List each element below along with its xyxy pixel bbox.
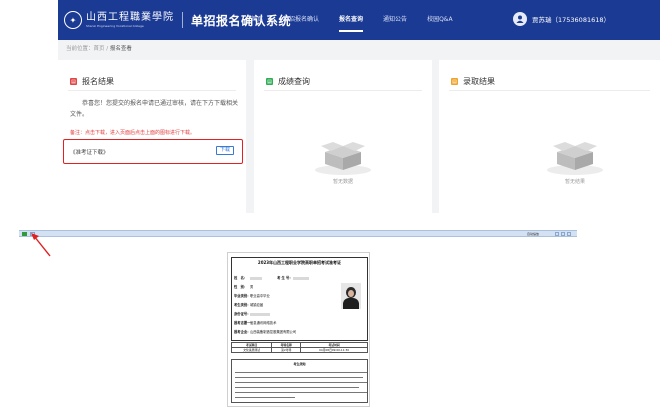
school-name: 山西工程職業學院 xyxy=(86,11,174,23)
registration-result-card: ▤ 报名结果 恭喜您！您提交的报名申请已通过审核，请在下方下载相关文件。 备注：… xyxy=(58,60,246,213)
empty-state: 暂无结果 xyxy=(545,130,605,185)
save-icon[interactable] xyxy=(561,232,565,236)
card-divider xyxy=(449,90,650,91)
table-cell: 文化素质测试 xyxy=(230,347,273,353)
admission-icon: ▤ xyxy=(451,78,458,85)
candidate-photo xyxy=(341,283,361,309)
empty-label: 暂无数据 xyxy=(332,179,353,185)
user-name: 贾苏瑞（17536081618） xyxy=(532,16,610,24)
school-seal-icon: ✦ xyxy=(64,11,82,29)
website-window: ✦ 山西工程職業學院 Shanxi Engineering Vocational… xyxy=(58,0,660,213)
field-gender: 性 别：男 xyxy=(234,285,254,289)
school-name-en: Shanxi Engineering Vocational College xyxy=(86,23,144,28)
rules-text-line xyxy=(235,387,359,389)
print-icon[interactable] xyxy=(555,232,559,236)
download-button[interactable]: 下载 xyxy=(216,146,234,155)
main-nav: 首页 单招报名确认 报名查询 通知公告 校园Q&A xyxy=(251,0,473,40)
redacted-value xyxy=(250,312,270,316)
admission-ticket-page: 2023年山西工程职业学院高职单招考试准考证 姓 名： 考 生 号： 性 别：男… xyxy=(227,252,370,407)
result-icon: ▤ xyxy=(70,78,77,85)
breadcrumb-current: 报名查看 xyxy=(109,46,132,52)
card-title: 录取结果 xyxy=(463,77,495,86)
result-message: 恭喜您！您提交的报名申请已通过审核，请在下方下载相关文件。 xyxy=(70,100,239,118)
rules-text-line xyxy=(235,382,367,384)
logo-divider xyxy=(182,12,183,28)
card-title: 成绩查询 xyxy=(278,77,310,86)
red-arrow-annotation xyxy=(31,233,51,257)
empty-box-icon xyxy=(315,142,371,175)
table-row: 文化素质测试 第2考场 04月08日09:00-11:30 xyxy=(230,347,368,353)
exam-no-label: 考 生 号： xyxy=(277,276,293,280)
avatar-icon xyxy=(513,12,527,26)
toolbar-buttons xyxy=(555,232,573,236)
card-header: ▤ 报名结果 xyxy=(70,76,114,87)
redacted-value xyxy=(250,276,262,280)
field-id-number: 身份证号： xyxy=(234,311,270,316)
more-icon[interactable] xyxy=(567,232,571,236)
table-cell: 第2考场 xyxy=(271,347,302,353)
exam-schedule-table: 考试科目 考场名称 考试时间 文化素质测试 第2考场 04月08日09:00-1… xyxy=(230,342,368,353)
table-cell: 04月08日09:00-11:30 xyxy=(300,347,368,353)
card-divider xyxy=(68,90,236,91)
download-note: 备注：点击下载，进入页面后点击上面的图标进行下载。 xyxy=(70,130,196,136)
breadcrumb: 当前位置：首页 / 报名查看 xyxy=(66,44,132,52)
field-candidate-type: 考生类别：城镇应届 xyxy=(234,303,264,307)
screenshot-root: ✦ 山西工程職業學院 Shanxi Engineering Vocational… xyxy=(0,0,660,412)
sidebar-toggle-icon[interactable] xyxy=(22,232,27,236)
redacted-value xyxy=(292,276,309,280)
empty-state: 暂无数据 xyxy=(313,130,373,185)
rules-text-line xyxy=(235,397,295,399)
user-menu[interactable]: 贾苏瑞（17536081618） xyxy=(513,12,610,26)
nav-registration-query[interactable]: 报名查询 xyxy=(339,0,364,40)
nav-notices[interactable]: 通知公告 xyxy=(383,0,407,40)
admission-ticket-link[interactable]: 《准考证下载》 xyxy=(70,148,109,156)
nav-campus-qa[interactable]: 校园Q&A xyxy=(427,0,453,40)
field-graduation: 毕业类别：职业高中毕业 xyxy=(234,294,270,298)
field-company: 报考企业：山西装备制造控股集团有限公司 xyxy=(234,330,297,334)
admission-result-card: ▤ 录取结果 暂无结果 xyxy=(439,60,660,213)
card-divider xyxy=(264,90,422,91)
empty-box-icon xyxy=(547,142,603,175)
rules-text-line xyxy=(235,392,367,394)
rules-text-line xyxy=(235,377,363,379)
breadcrumb-home[interactable]: 首页 xyxy=(94,46,105,52)
top-navigation-bar: ✦ 山西工程職業學院 Shanxi Engineering Vocational… xyxy=(58,0,660,40)
score-query-card: ▤ 成绩查询 暂无数据 xyxy=(254,60,432,213)
score-icon: ▤ xyxy=(266,78,273,85)
exam-rules-box: 考生须知 xyxy=(231,359,368,403)
field-name: 姓 名： 考 生 号： xyxy=(234,275,309,280)
school-name-block: 山西工程職業學院 Shanxi Engineering Vocational C… xyxy=(86,11,174,28)
empty-label: 暂无结果 xyxy=(564,179,585,185)
card-title: 报名结果 xyxy=(82,77,114,86)
rules-text-line xyxy=(235,372,367,374)
breadcrumb-prefix: 当前位置： xyxy=(66,46,94,52)
rules-title: 考生须知 xyxy=(293,362,306,366)
nav-home[interactable]: 首页 xyxy=(251,0,263,40)
field-choice: 报考志愿一：信息通讯网络技术 xyxy=(234,321,277,325)
pdf-viewer-toolbar: 自动缩放 xyxy=(19,230,577,237)
nav-registration-confirm[interactable]: 单招报名确认 xyxy=(283,0,319,40)
ticket-title: 2023年山西工程职业学院高职单招考试准考证 xyxy=(257,260,342,265)
card-header: ▤ 录取结果 xyxy=(451,76,495,87)
card-header: ▤ 成绩查询 xyxy=(266,76,310,87)
